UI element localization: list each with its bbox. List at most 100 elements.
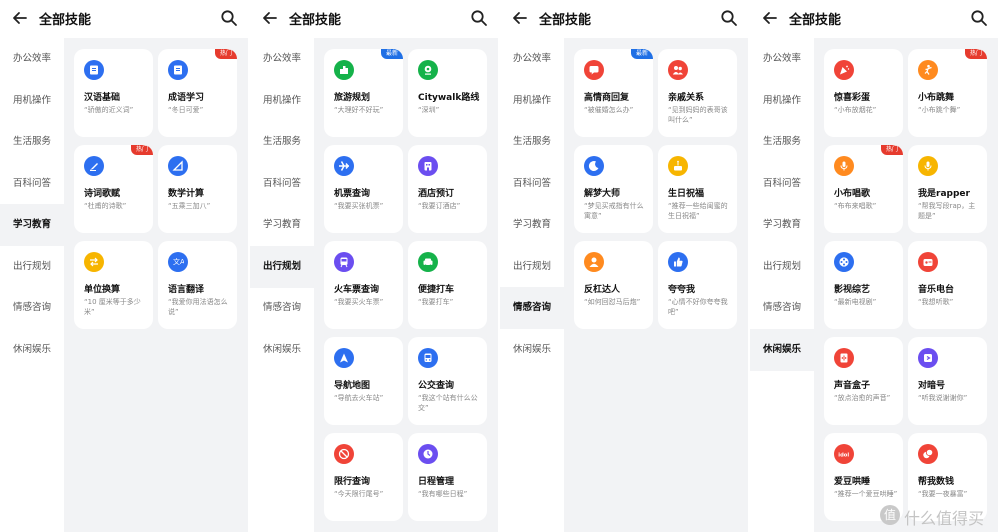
skills-panel: 惊喜彩蛋 “小布放烟花” 小布跳舞 “小布跳个舞” 热门 小布唱歌 “布布来唱歌” 热门 我是r… [814, 38, 998, 532]
skill-name: 亲戚关系 [668, 93, 705, 103]
sidebar-category-item[interactable]: 生活服务 [250, 121, 314, 163]
sidebar-category-item[interactable]: 休闲娱乐 [0, 329, 64, 371]
sidebar-category-item[interactable]: 生活服务 [0, 121, 64, 163]
skill-card[interactable]: 限行查询 “今天限行尾号” [324, 433, 403, 521]
skill-example: “听我说谢谢你” [918, 394, 968, 402]
search-icon[interactable] [470, 9, 488, 27]
film-icon [834, 252, 854, 272]
dance-icon [918, 60, 938, 80]
skill-name: 惊喜彩蛋 [834, 93, 871, 103]
back-arrow-icon[interactable] [261, 9, 279, 27]
sidebar-category-item[interactable]: 用机操作 [500, 80, 564, 122]
sidebar-category-item[interactable]: 办公效率 [0, 38, 64, 80]
sidebar-category-item[interactable]: 百科问答 [750, 163, 814, 205]
sidebar-category-item[interactable]: 生活服务 [500, 121, 564, 163]
sidebar-category-item[interactable]: 出行规划 [500, 246, 564, 288]
sidebar-category-item[interactable]: 办公效率 [500, 38, 564, 80]
skill-name: 夸夸我 [668, 285, 696, 295]
skill-card[interactable]: 解梦大师 “梦见买戒指有什么寓意” [574, 145, 653, 233]
skill-card[interactable]: 惊喜彩蛋 “小布放烟花” [824, 49, 903, 137]
skill-card[interactable]: 汉语基础 “骄傲的近义词” [74, 49, 153, 137]
sidebar-category-item[interactable]: 情感咨询 [500, 287, 564, 329]
skill-card[interactable]: 文A 语言翻译 “我爱你用法语怎么说” [158, 241, 237, 329]
skill-name: 机票查询 [334, 189, 371, 199]
sidebar-category-item[interactable]: 百科问答 [250, 163, 314, 205]
sidebar-category-item[interactable]: 办公效率 [250, 38, 314, 80]
skill-name: 音乐电台 [918, 285, 955, 295]
skill-card[interactable]: 便捷打车 “我要打车” [408, 241, 487, 329]
search-icon[interactable] [720, 9, 738, 27]
skill-card[interactable]: 对暗号 “听我说谢谢你” [908, 337, 987, 425]
skill-card[interactable]: 单位换算 “10 厘米等于多少米” [74, 241, 153, 329]
skill-example: “我爱你用法语怎么说” [168, 298, 228, 316]
sidebar-category-item[interactable]: 办公效率 [750, 38, 814, 80]
sidebar-category-item[interactable]: 百科问答 [500, 163, 564, 205]
skill-card[interactable]: 亲戚关系 “见到妈妈的表哥该叫什么” [658, 49, 737, 137]
back-arrow-icon[interactable] [11, 9, 29, 27]
skill-name: 帮我数钱 [918, 477, 955, 487]
sidebar-category-item[interactable]: 休闲娱乐 [250, 329, 314, 371]
skill-example: “我这个站有什么公交” [418, 394, 478, 412]
skill-card[interactable]: 公交查询 “我这个站有什么公交” [408, 337, 487, 425]
party-icon [834, 60, 854, 80]
skill-name: 便捷打车 [418, 285, 455, 295]
skill-example: “小布放烟花” [834, 106, 877, 114]
skill-name: 语言翻译 [168, 285, 205, 295]
skills-screen: 全部技能 办公效率 用机操作 生活服务 百科问答 学习教育 出行规划 情感咨询 休闲娱乐 旅游规划… [250, 0, 498, 532]
sidebar-category-item[interactable]: 情感咨询 [0, 287, 64, 329]
skill-card[interactable]: 小布唱歌 “布布来唱歌” 热门 [824, 145, 903, 233]
skill-example: “推荐一些给闺蜜的生日祝福” [668, 202, 728, 220]
book-icon [84, 60, 104, 80]
skill-card[interactable]: 火车票查询 “我要买火车票” [324, 241, 403, 329]
sidebar-category-item[interactable]: 用机操作 [750, 80, 814, 122]
skill-name: 解梦大师 [584, 189, 621, 199]
skill-card[interactable]: 成语学习 “冬日可爱” 热门 [158, 49, 237, 137]
skills-panel: 高情商回复 “被催婚怎么办” 最新 亲戚关系 “见到妈妈的表哥该叫什么” 解梦大师 “梦见买… [564, 38, 748, 532]
skill-name: 生日祝福 [668, 189, 705, 199]
sidebar-category-item[interactable]: 学习教育 [250, 204, 314, 246]
skill-card[interactable]: 夸夸我 “心情不好你夸夸我吧” [658, 241, 737, 329]
page-title: 全部技能 [539, 13, 592, 28]
skill-card[interactable]: 声音盒子 “放点治愈的声音” [824, 337, 903, 425]
watermark-text: 什么值得买 [904, 509, 985, 528]
sidebar-category-item[interactable]: 学习教育 [750, 204, 814, 246]
skill-card[interactable]: 我是rapper “帮我写段rap，主题是” [908, 145, 987, 233]
skill-card[interactable]: 诗词歌赋 “杜甫的诗歌” 热门 [74, 145, 153, 233]
back-arrow-icon[interactable] [511, 9, 529, 27]
clock-icon [418, 444, 438, 464]
skill-card[interactable]: Citywalk路线 “深圳” [408, 49, 487, 137]
building-icon [334, 60, 354, 80]
sidebar-category-item[interactable]: 生活服务 [750, 121, 814, 163]
skill-card[interactable]: 导航地图 “导航去火车站” [324, 337, 403, 425]
sidebar-category-item[interactable]: 出行规划 [750, 246, 814, 288]
skill-card[interactable]: 酒店预订 “我要订酒店” [408, 145, 487, 233]
skills-screen: 全部技能 办公效率 用机操作 生活服务 百科问答 学习教育 出行规划 情感咨询 休闲娱乐 汉语基础… [0, 0, 248, 532]
sidebar-category-item[interactable]: 情感咨询 [250, 287, 314, 329]
back-arrow-icon[interactable] [761, 9, 779, 27]
skill-card[interactable]: 小布跳舞 “小布跳个舞” 热门 [908, 49, 987, 137]
sidebar-category-item[interactable]: 学习教育 [500, 204, 564, 246]
skill-card[interactable]: 日程管理 “我有哪些日程” [408, 433, 487, 521]
skill-card[interactable]: 旅游规划 “大理好不好玩” 最新 [324, 49, 403, 137]
skill-card[interactable]: 生日祝福 “推荐一些给闺蜜的生日祝福” [658, 145, 737, 233]
search-icon[interactable] [220, 9, 238, 27]
skill-card[interactable]: 音乐电台 “我想听歌” [908, 241, 987, 329]
sidebar-category-item[interactable]: 学习教育 [0, 204, 64, 246]
sidebar-category-item[interactable]: 出行规划 [0, 246, 64, 288]
sidebar-category-item[interactable]: 出行规划 [250, 245, 314, 288]
sidebar-category-item[interactable]: 休闲娱乐 [750, 328, 814, 371]
search-icon[interactable] [970, 9, 988, 27]
sidebar-category-item[interactable]: 百科问答 [0, 163, 64, 205]
sidebar-category-item[interactable]: 休闲娱乐 [500, 329, 564, 371]
skill-card[interactable]: 反杠达人 “如何回怼马后炮” [574, 241, 653, 329]
sidebar-category-item[interactable]: 用机操作 [250, 80, 314, 122]
skill-card[interactable]: 数学计算 “五乘三加八” [158, 145, 237, 233]
restriction-icon [334, 444, 354, 464]
skill-card[interactable]: 机票查询 “我要买张机票” [324, 145, 403, 233]
translate-icon: 文A [168, 252, 188, 272]
sidebar-category-item[interactable]: 情感咨询 [750, 287, 814, 329]
skill-name: 公交查询 [418, 381, 455, 391]
skill-card[interactable]: 影视综艺 “最新电视剧” [824, 241, 903, 329]
skill-card[interactable]: 高情商回复 “被催婚怎么办” 最新 [574, 49, 653, 137]
sidebar-category-item[interactable]: 用机操作 [0, 80, 64, 122]
